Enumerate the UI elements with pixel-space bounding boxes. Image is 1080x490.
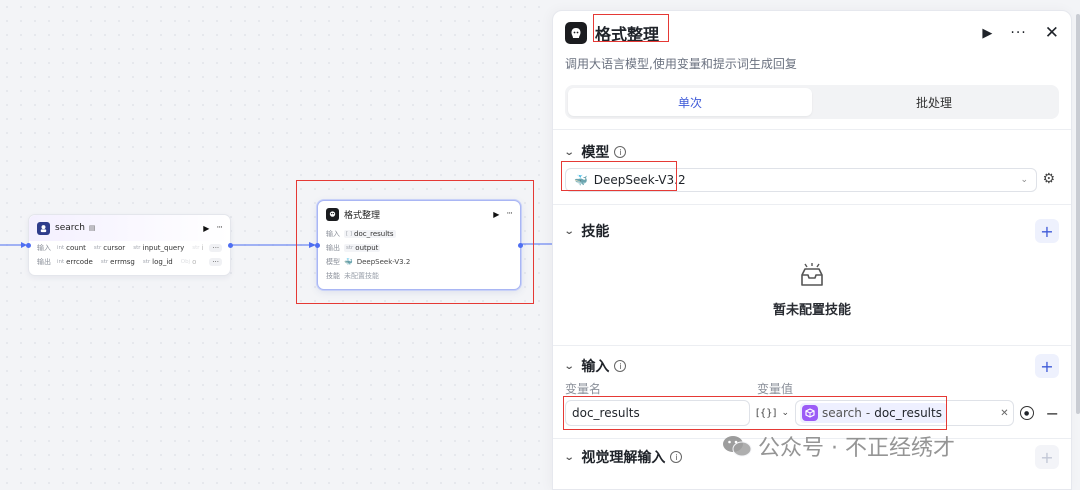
format-node-title: 格式整理 (344, 210, 381, 221)
input-label: 输入 (37, 244, 51, 252)
param-tag: str i (192, 244, 204, 252)
info-icon[interactable]: i (614, 146, 627, 158)
input-port[interactable] (315, 243, 320, 248)
param-tag: str errmsg (100, 258, 135, 266)
watermark-text: 公众号 · 不正经绣才 (758, 436, 955, 461)
input-section-header[interactable]: ⌄ 输入 i + (553, 352, 1071, 380)
highlight-box (563, 396, 947, 430)
format-node-row: 模型 🐳 DeepSeek-V3.2 (318, 255, 520, 269)
search-tool-icon (37, 221, 50, 235)
wechat-icon (723, 436, 752, 457)
param-tag: str input_query (133, 244, 185, 252)
skills-section: ⌄ 技能 + 暂未配置技能 (553, 205, 1071, 345)
node-more-button[interactable]: ··· (506, 209, 513, 219)
panel-actions: ▶ ··· ✕ (982, 23, 1059, 43)
add-vision-input-button[interactable]: + (1035, 445, 1059, 469)
chevron-down-icon: ⌄ (563, 360, 575, 372)
variable-picker-icon[interactable]: ● (1019, 406, 1034, 420)
doc-icon: ▤ (88, 224, 96, 232)
empty-box-icon (801, 263, 823, 286)
panel-scrollbar[interactable] (1076, 14, 1080, 414)
skills-empty-text: 暂未配置技能 (772, 303, 851, 318)
llm-icon (326, 207, 339, 221)
param-tag: int errcode (57, 258, 93, 266)
add-input-button[interactable]: + (1035, 354, 1059, 378)
llm-node-icon (565, 22, 587, 44)
row-label: 输入 (326, 230, 340, 238)
search-node-header: search ▤ ▶ ··· (29, 215, 230, 241)
col-name-label: 变量名 (565, 381, 602, 396)
chevron-down-icon: ⌄ (1020, 175, 1028, 185)
chevron-down-icon: ⌄ (563, 146, 575, 158)
add-skill-button[interactable]: + (1035, 219, 1059, 243)
info-icon[interactable]: i (670, 451, 683, 463)
output-port[interactable] (228, 243, 233, 248)
input-section: ⌄ 输入 i + 变量名 变量值 doc_results [{}] ⌄ sear… (553, 346, 1071, 430)
format-node[interactable]: 格式整理 ▶ ··· 输入 [ ] doc_results 输出 str outpu… (315, 200, 523, 290)
search-inputs-row: 输入 int count str cursor str input_query str… (29, 241, 230, 255)
model-section: ⌄ 模型 i 🐳 DeepSeek-V3.2 ⌄ ⚙ (553, 130, 1071, 192)
param-tag: Obj o (180, 258, 197, 266)
skills-empty-state: 暂未配置技能 (553, 245, 1071, 345)
search-outputs-row: 输出 int errcode str errmsg str log_id Obj o ·… (29, 255, 230, 269)
output-label: 输出 (37, 258, 51, 266)
param-tag: int count (57, 244, 86, 252)
input-port[interactable] (26, 243, 31, 248)
output-port[interactable] (518, 243, 523, 248)
model-row: 🐳 DeepSeek-V3.2 ⌄ ⚙ (553, 161, 1071, 192)
tab-single[interactable]: 单次 (568, 88, 812, 116)
run-node-button[interactable]: ▶ (203, 224, 209, 233)
section-title: 技能 (581, 224, 610, 240)
model-name: DeepSeek-V3.2 (356, 258, 411, 266)
panel-header: 格式整理 ▶ ··· ✕ (553, 11, 1071, 55)
more-icon[interactable]: ··· (1010, 25, 1026, 41)
section-title: 模型 (581, 145, 610, 161)
clear-icon[interactable]: ✕ (1000, 408, 1008, 419)
row-label: 技能 (326, 272, 340, 280)
input-var-row: doc_results [{}] ⌄ search - doc_results … (553, 396, 1071, 430)
node-config-panel: 格式整理 ▶ ··· ✕ 调用大语言模型,使用变量和提示词生成回复 单次 批处理… (552, 10, 1072, 490)
tab-batch[interactable]: 批处理 (812, 88, 1056, 116)
deepseek-icon: 🐳 (344, 258, 353, 266)
param-tag: str cursor (93, 244, 126, 252)
highlight-box (561, 161, 677, 191)
format-node-row: 技能 未配置技能 (318, 269, 520, 283)
highlight-box (593, 14, 669, 42)
remove-row-button[interactable]: − (1046, 404, 1059, 423)
col-value-label: 变量值 (757, 381, 794, 396)
param-tag: str output (344, 244, 381, 252)
info-icon[interactable]: i (614, 360, 627, 372)
param-tag: [ ] doc_results (344, 230, 396, 238)
row-label: 模型 (326, 258, 340, 266)
gear-icon[interactable]: ⚙ (1042, 171, 1055, 187)
chevron-down-icon: ⌄ (563, 225, 575, 237)
var-column-labels: 变量名 变量值 (553, 380, 1071, 396)
run-mode-tabs: 单次 批处理 (565, 85, 1059, 119)
format-node-header: 格式整理 ▶ ··· (318, 201, 520, 227)
section-title: 输入 (581, 359, 610, 375)
more-params-badge[interactable]: ··· (209, 244, 223, 252)
watermark: 公众号 · 不正经绣才 (722, 430, 955, 462)
more-params-badge[interactable]: ··· (209, 258, 222, 266)
search-node-title: search (55, 223, 85, 233)
format-node-row: 输入 [ ] doc_results (318, 227, 520, 241)
node-more-button[interactable]: ··· (216, 223, 223, 233)
skills-section-header[interactable]: ⌄ 技能 + (553, 217, 1071, 245)
skills-value: 未配置技能 (344, 272, 379, 280)
close-icon[interactable]: ✕ (1045, 23, 1059, 43)
format-node-row: 输出 str output (318, 241, 520, 255)
workflow-canvas[interactable]: search ▤ ▶ ··· 输入 int count str cursor str… (0, 0, 552, 490)
row-label: 输出 (326, 244, 340, 252)
search-node[interactable]: search ▤ ▶ ··· 输入 int count str cursor str… (26, 214, 233, 276)
run-node-button[interactable]: ▶ (493, 210, 499, 219)
chevron-down-icon: ⌄ (563, 451, 575, 463)
param-tag: str log_id (142, 258, 173, 266)
panel-description: 调用大语言模型,使用变量和提示词生成回复 (565, 57, 797, 71)
section-title: 视觉理解输入 (581, 450, 666, 466)
run-icon[interactable]: ▶ (982, 26, 992, 41)
